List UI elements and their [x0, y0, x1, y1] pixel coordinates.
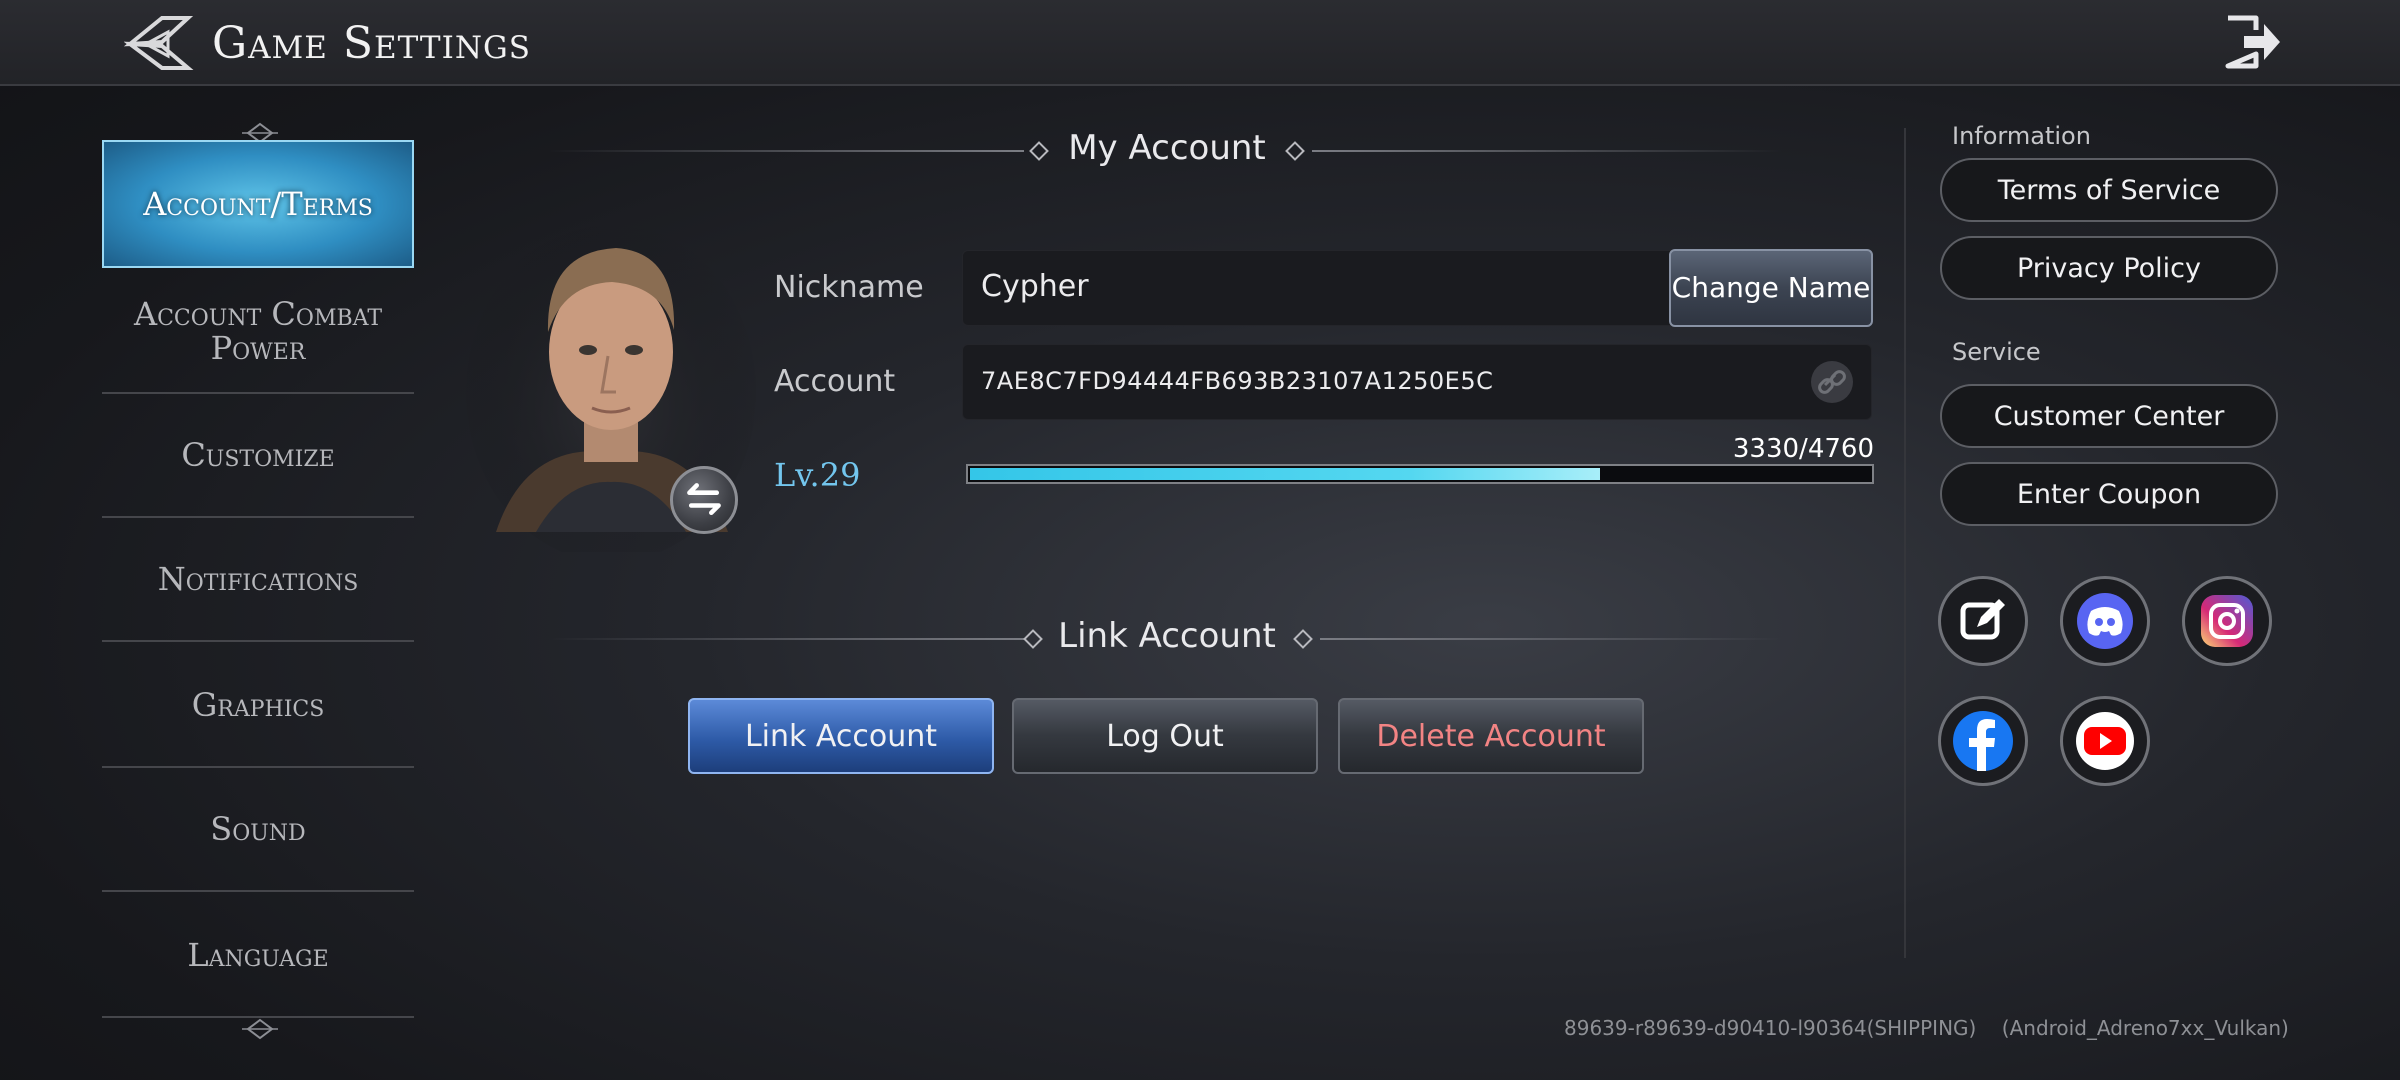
facebook-button[interactable]: [1938, 696, 2028, 786]
youtube-button[interactable]: [2060, 696, 2150, 786]
copy-link-icon[interactable]: [1811, 361, 1853, 403]
customer-center-button[interactable]: Customer Center: [1940, 384, 2278, 448]
platform-info: (Android_Adreno7xx_Vulkan): [2001, 1016, 2289, 1040]
nickname-value: Cypher: [981, 269, 1089, 304]
account-id-value: 7AE8C7FD94444FB693B23107A1250E5C: [981, 367, 1494, 395]
account-field: 7AE8C7FD94444FB693B23107A1250E5C: [962, 344, 1872, 420]
xp-progress-bar: [966, 464, 1874, 484]
swap-character-icon[interactable]: [670, 466, 738, 534]
sidebar-item-notifications[interactable]: Notifications: [102, 518, 414, 642]
build-version: 89639-r89639-d90410-l90364(SHIPPING): [1564, 1016, 1977, 1040]
heading-rule: [548, 150, 1024, 152]
my-account-title: My Account: [1068, 128, 1266, 168]
youtube-icon: [2076, 712, 2134, 770]
community-icon: [1960, 599, 2005, 640]
diamond-ornament: [1285, 141, 1305, 161]
link-account-title: Link Account: [1058, 616, 1276, 656]
heading-rule: [548, 638, 1024, 640]
header-bar: Game Settings: [0, 0, 2400, 86]
community-button[interactable]: [1938, 576, 2028, 666]
heading-rule: [1312, 150, 1782, 152]
page-title: Game Settings: [212, 18, 531, 69]
sidebar-item-graphics[interactable]: Graphics: [102, 644, 414, 768]
account-label: Account: [774, 364, 896, 399]
diamond-ornament: [1023, 629, 1043, 649]
xp-text: 3330/4760: [1732, 434, 1874, 464]
enter-coupon-button[interactable]: Enter Coupon: [1940, 462, 2278, 526]
service-heading: Service: [1952, 338, 2041, 366]
delete-account-button[interactable]: Delete Account: [1338, 698, 1644, 774]
discord-button[interactable]: [2060, 576, 2150, 666]
link-account-button[interactable]: Link Account: [688, 698, 994, 774]
instagram-icon: [2201, 595, 2253, 647]
sidebar-item-customize[interactable]: Customize: [102, 394, 414, 518]
nickname-label: Nickname: [774, 270, 924, 305]
terms-of-service-button[interactable]: Terms of Service: [1940, 158, 2278, 222]
diamond-ornament: [1029, 141, 1049, 161]
facebook-icon: [1953, 711, 2013, 771]
panel-divider: [1904, 128, 1906, 958]
heading-rule: [1320, 638, 1782, 640]
privacy-policy-button[interactable]: Privacy Policy: [1940, 236, 2278, 300]
diamond-ornament: [1293, 629, 1313, 649]
xp-progress-fill: [970, 468, 1600, 480]
ornament-icon: [242, 1018, 278, 1040]
level-label: Lv.29: [774, 456, 861, 494]
sidebar-item-sound[interactable]: Sound: [102, 768, 414, 892]
information-heading: Information: [1952, 122, 2091, 150]
nickname-field: Cypher Change Name: [962, 249, 1873, 327]
change-name-button[interactable]: Change Name: [1669, 249, 1873, 327]
sidebar-item-account-terms[interactable]: Account/Terms: [102, 140, 414, 268]
sidebar-item-language[interactable]: Language: [102, 894, 414, 1018]
discord-icon: [2077, 593, 2133, 649]
exit-icon[interactable]: [2222, 14, 2284, 70]
build-version-text: 89639-r89639-d90410-l90364(SHIPPING) (An…: [1564, 1016, 2289, 1040]
sidebar-item-account-combat-power[interactable]: Account Combat Power: [102, 270, 414, 394]
game-logo-icon: [124, 16, 194, 70]
sidebar-nav: Account/Terms Account Combat Power Custo…: [102, 118, 414, 1040]
instagram-button[interactable]: [2182, 576, 2272, 666]
log-out-button[interactable]: Log Out: [1012, 698, 1318, 774]
